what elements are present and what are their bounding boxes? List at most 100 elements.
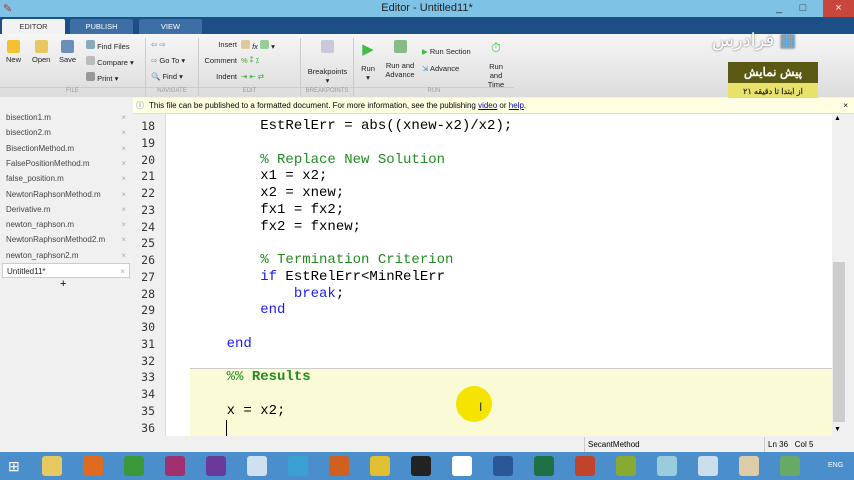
code-line[interactable]: % Termination Criterion bbox=[193, 252, 453, 268]
code-line[interactable]: ​ bbox=[193, 419, 227, 436]
scroll-down-icon[interactable]: ▼ bbox=[834, 426, 841, 433]
code-line[interactable]: if EstRelErr<MinRelErr bbox=[193, 269, 445, 285]
run-section-label: Run Section bbox=[429, 47, 471, 56]
code-line[interactable]: x2 = xnew; bbox=[193, 185, 344, 201]
code-line[interactable]: %% Results bbox=[193, 369, 311, 385]
run-button[interactable]: ▶ Run ▾ bbox=[358, 40, 378, 82]
code-line[interactable]: end bbox=[193, 336, 252, 352]
app-icon[interactable] bbox=[780, 456, 800, 476]
breakpoints-button[interactable]: Breakpoints ▾ bbox=[305, 40, 350, 85]
file-tab[interactable]: bisection1.m × bbox=[2, 110, 130, 125]
scroll-up-icon[interactable]: ▲ bbox=[834, 115, 841, 122]
info-text-or: or bbox=[497, 101, 509, 110]
file-tab[interactable]: FalsePositionMethod.m × bbox=[2, 156, 130, 171]
word-icon[interactable] bbox=[493, 456, 513, 476]
run-time-button[interactable]: ⏱ Run and Time bbox=[482, 40, 510, 89]
indent-button[interactable]: Indent bbox=[205, 72, 237, 81]
close-file-icon[interactable]: × bbox=[121, 232, 126, 247]
video-link[interactable]: video bbox=[478, 101, 497, 110]
compare-button[interactable]: Compare ▾ bbox=[86, 56, 134, 67]
virtualbox-icon[interactable] bbox=[247, 456, 267, 476]
code-editor[interactable]: 18 EstRelErr = abs((xnew-x2)/x2); 19 20 % … bbox=[135, 114, 832, 436]
windows-start-icon[interactable]: ⊞ bbox=[8, 458, 20, 475]
app-icon[interactable] bbox=[370, 456, 390, 476]
close-info-bar-button[interactable]: × bbox=[843, 98, 848, 114]
file-explorer-icon[interactable] bbox=[42, 456, 62, 476]
visual-studio-icon[interactable] bbox=[206, 456, 226, 476]
open-button[interactable]: Open bbox=[32, 40, 50, 64]
find-button[interactable]: 🔍 Find ▾ bbox=[151, 72, 183, 81]
new-button[interactable]: New bbox=[6, 40, 21, 64]
find-files-button[interactable]: Find Files bbox=[86, 40, 130, 51]
file-tab[interactable]: BisectionMethod.m × bbox=[2, 141, 130, 156]
tab-view[interactable]: VIEW bbox=[139, 19, 202, 34]
back-forward-icon[interactable]: ⇦ ⇨ bbox=[151, 40, 166, 49]
file-tab[interactable]: Untitled11* × bbox=[2, 263, 130, 279]
app-icon[interactable] bbox=[288, 456, 308, 476]
file-tab[interactable]: bisection2.m × bbox=[2, 125, 130, 140]
excel-icon[interactable] bbox=[534, 456, 554, 476]
code-line[interactable]: fx2 = fxnew; bbox=[193, 219, 361, 235]
scrollbar-thumb[interactable] bbox=[833, 262, 845, 422]
code-line[interactable]: EstRelErr = abs((xnew-x2)/x2); bbox=[193, 118, 512, 134]
app-icon[interactable] bbox=[657, 456, 677, 476]
close-button[interactable]: × bbox=[823, 0, 854, 17]
close-file-icon[interactable]: × bbox=[121, 110, 126, 125]
close-file-icon[interactable]: × bbox=[121, 125, 126, 140]
close-file-icon[interactable]: × bbox=[121, 156, 126, 171]
tab-editor[interactable]: EDITOR bbox=[2, 19, 65, 34]
help-link[interactable]: help bbox=[509, 101, 524, 110]
code-line[interactable]: end bbox=[193, 302, 285, 318]
ribbon: New Open Save Find Files Compare ▾ Print… bbox=[0, 30, 854, 97]
indent-icons[interactable]: ⇥ ⇤ ⇄ bbox=[241, 72, 264, 81]
file-tab[interactable]: newton_raphson2.m × bbox=[2, 248, 130, 263]
winrar-icon[interactable] bbox=[165, 456, 185, 476]
language-indicator[interactable]: ENG bbox=[828, 462, 843, 469]
vertical-scrollbar[interactable]: ▲ ▼ bbox=[832, 114, 846, 436]
run-advance-button[interactable]: Run and Advance bbox=[383, 40, 417, 79]
cmd-icon[interactable] bbox=[411, 456, 431, 476]
minimize-button[interactable]: _ bbox=[766, 0, 792, 17]
advance-button[interactable]: ⇲ Advance bbox=[422, 64, 459, 73]
close-file-icon[interactable]: × bbox=[121, 248, 126, 263]
matlab-icon[interactable] bbox=[329, 456, 349, 476]
close-file-icon[interactable]: × bbox=[121, 171, 126, 186]
insert-button[interactable]: Insert bbox=[205, 40, 237, 49]
paint-icon[interactable] bbox=[739, 456, 759, 476]
file-tab[interactable]: Derivative.m × bbox=[2, 202, 130, 217]
app-icon[interactable] bbox=[616, 456, 636, 476]
powerpoint-icon[interactable] bbox=[575, 456, 595, 476]
code-token: if bbox=[193, 268, 278, 285]
insert-icons[interactable]: fx ▾ bbox=[241, 40, 275, 51]
tab-publish[interactable]: PUBLISH bbox=[70, 19, 133, 34]
comment-icons[interactable]: % ⁑ ⁒ bbox=[241, 56, 259, 65]
file-tab[interactable]: NewtonRaphsonMethod.m × bbox=[2, 187, 130, 202]
close-file-icon[interactable]: × bbox=[121, 141, 126, 156]
close-file-icon[interactable]: × bbox=[121, 217, 126, 232]
goto-button[interactable]: ⇨ Go To ▾ bbox=[151, 56, 185, 65]
close-file-icon[interactable]: × bbox=[120, 264, 125, 279]
firefox-icon[interactable] bbox=[83, 456, 103, 476]
close-file-icon[interactable]: × bbox=[121, 187, 126, 202]
line-number: 24 bbox=[141, 219, 155, 234]
file-tab[interactable]: newton_raphson.m × bbox=[2, 217, 130, 232]
code-line[interactable]: x1 = x2; bbox=[193, 168, 327, 184]
print-button[interactable]: Print ▾ bbox=[86, 72, 118, 83]
notepad-icon[interactable] bbox=[452, 456, 472, 476]
window-title: Editor - Untitled11* bbox=[381, 2, 473, 14]
chrome-icon[interactable] bbox=[124, 456, 144, 476]
calculator-icon[interactable] bbox=[698, 456, 718, 476]
code-line[interactable]: % Replace New Solution bbox=[193, 152, 445, 168]
file-tab[interactable]: false_position.m × bbox=[2, 171, 130, 186]
add-file-button[interactable]: + bbox=[60, 278, 66, 290]
file-tab[interactable]: NewtonRaphsonMethod2.m × bbox=[2, 232, 130, 247]
save-button[interactable]: Save bbox=[59, 40, 76, 64]
code-line[interactable]: break; bbox=[193, 286, 344, 302]
run-section-button[interactable]: ▶ Run Section bbox=[422, 47, 471, 56]
maximize-button[interactable]: □ bbox=[790, 0, 816, 17]
close-file-icon[interactable]: × bbox=[121, 202, 126, 217]
code-line[interactable]: x = x2; bbox=[193, 403, 286, 419]
comment-button[interactable]: Comment bbox=[200, 56, 237, 65]
code-line[interactable]: fx1 = fx2; bbox=[193, 202, 344, 218]
file-name: newton_raphson2.m bbox=[6, 250, 79, 260]
